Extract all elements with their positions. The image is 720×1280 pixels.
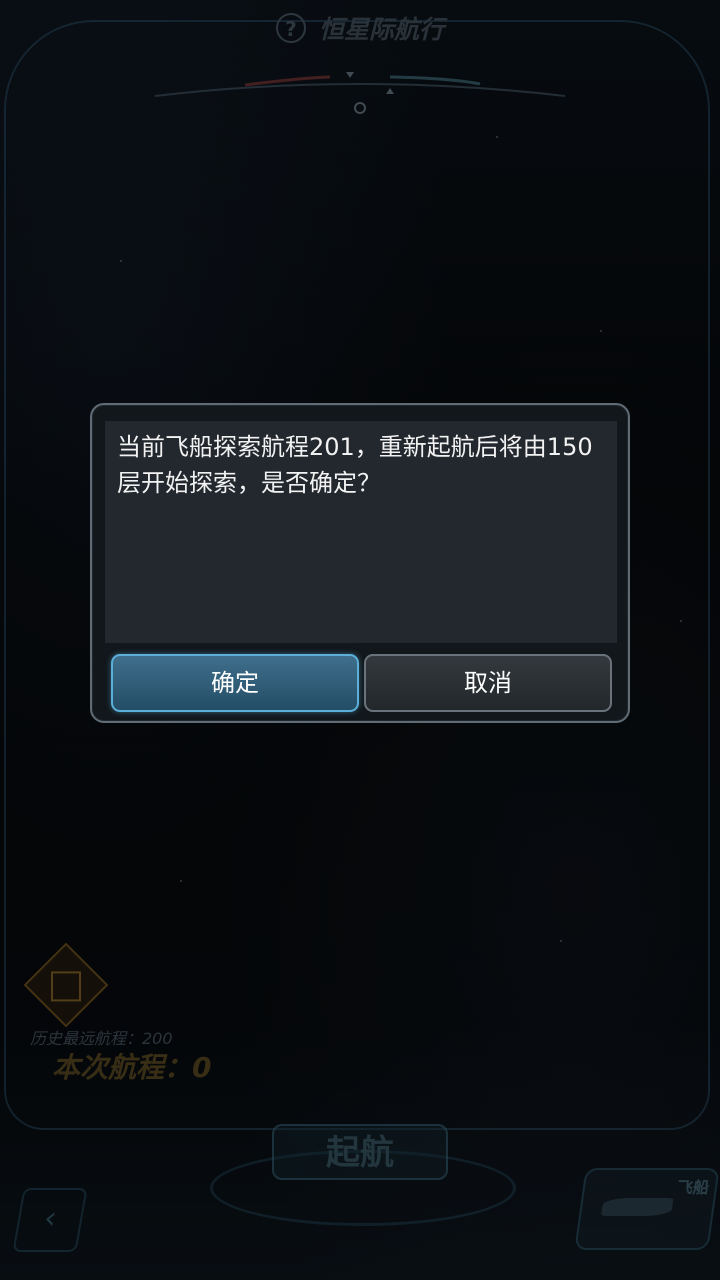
confirm-dialog: 当前飞船探索航程201，重新起航后将由150层开始探索，是否确定？ 确定 取消 — [90, 403, 630, 723]
cancel-button[interactable]: 取消 — [364, 654, 612, 712]
confirm-button[interactable]: 确定 — [111, 654, 359, 712]
dialog-message: 当前飞船探索航程201，重新起航后将由150层开始探索，是否确定？ — [105, 421, 617, 643]
